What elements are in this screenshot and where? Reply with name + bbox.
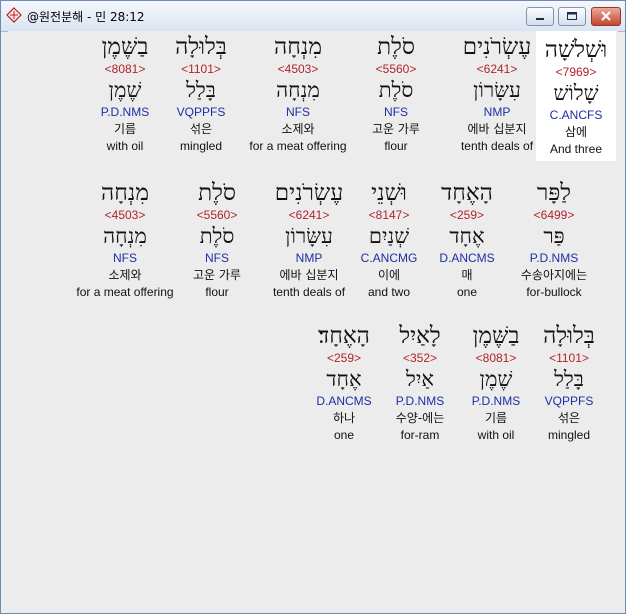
app-window: @원전분해 - 민 28:12 וּשְׁלֹשָׁה <7969> שָׁלוֹש… — [0, 0, 626, 614]
hebrew-word: מִנְחָה — [101, 180, 149, 206]
korean-gloss: 기름 — [113, 122, 137, 136]
maximize-icon — [567, 12, 577, 20]
word-block[interactable]: בַשֶּׁמֶן <8081> שֶׁמֶן P.D.NMS 기름 with oil — [65, 32, 185, 154]
strong-number: <4503> — [104, 208, 146, 222]
minimize-button[interactable] — [526, 7, 554, 26]
morphology-code: NFS — [113, 251, 137, 265]
english-gloss: one — [333, 428, 355, 442]
english-gloss: for a meat offering — [76, 285, 174, 299]
morphology-code: D.ANCMS — [316, 394, 372, 408]
strong-number: <259> — [326, 351, 362, 365]
english-gloss: with oil — [106, 139, 144, 153]
title-bar[interactable]: @원전분해 - 민 28:12 — [1, 1, 625, 32]
hebrew-word: הָאֶחָד׃ — [318, 323, 370, 349]
lemma-word: אֶחָד — [326, 367, 362, 391]
word-block[interactable]: מִנְחָה <4503> מִנְחָה NFS 소제와 for a meat off… — [65, 178, 185, 300]
minimize-icon — [536, 18, 544, 20]
morphology-code: P.D.NMS — [100, 105, 150, 119]
word-block[interactable]: הָאֶחָד׃ <259> אֶחָד D.ANCMS 하나 one — [284, 321, 404, 443]
korean-gloss: 소제와 — [108, 268, 142, 282]
close-button[interactable] — [591, 7, 621, 26]
hebrew-word: בַשֶּׁמֶן — [101, 34, 149, 60]
bible-app-icon[interactable] — [6, 7, 22, 23]
analysis-panel[interactable]: וּשְׁלֹשָׁה <7969> שָׁלוֹשׁ C.ANCFS 삼에 And th… — [8, 31, 618, 606]
strong-number: <8081> — [104, 62, 146, 76]
korean-gloss: 하나 — [332, 411, 356, 425]
lemma-word: מִנְחָה — [103, 224, 147, 248]
maximize-button[interactable] — [558, 7, 586, 26]
close-icon — [601, 11, 611, 21]
lemma-word: שֶׁמֶן — [108, 78, 142, 102]
window-title: @원전분해 - 민 28:12 — [27, 10, 145, 24]
